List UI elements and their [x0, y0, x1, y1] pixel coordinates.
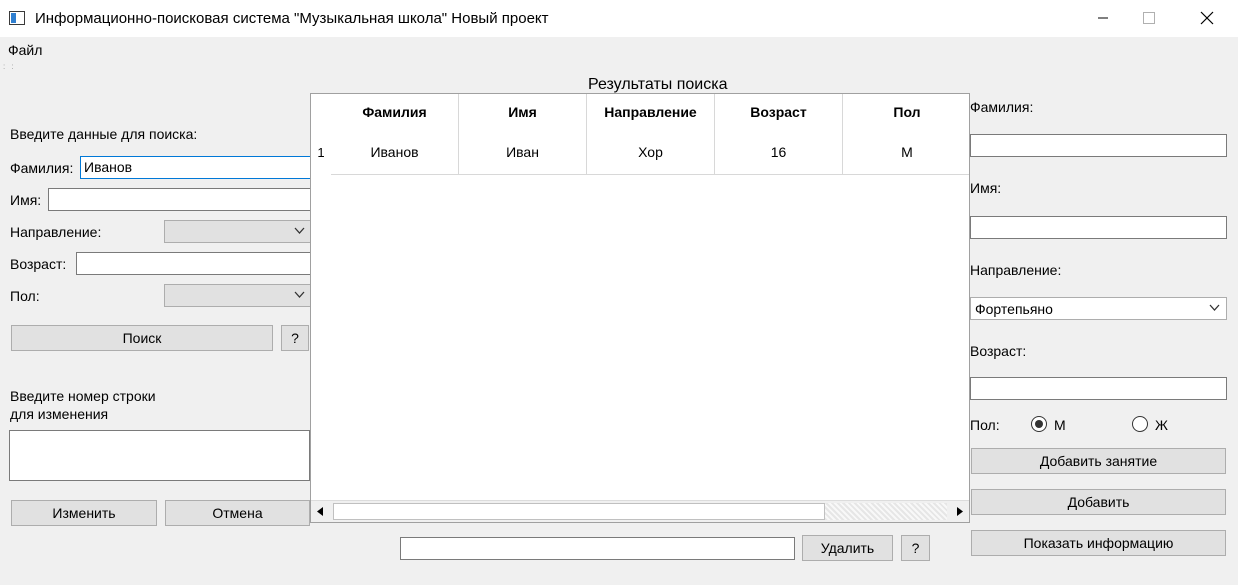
- add-surname-input[interactable]: [970, 134, 1227, 157]
- row-header[interactable]: 1: [311, 130, 331, 175]
- window-title: Информационно-поисковая система "Музыкал…: [35, 10, 549, 27]
- search-direction-select[interactable]: [164, 220, 312, 243]
- scroll-right-icon[interactable]: [957, 507, 963, 516]
- search-direction-label: Направление:: [10, 224, 102, 240]
- app-window-icon: [9, 11, 25, 25]
- search-name-input[interactable]: [48, 188, 312, 211]
- table-cell-name[interactable]: Иван: [459, 130, 587, 175]
- edit-prompt-line1: Введите номер строки: [10, 388, 156, 404]
- gender-f-label[interactable]: Ж: [1155, 417, 1168, 433]
- search-surname-label: Фамилия:: [10, 160, 74, 176]
- close-icon: [1200, 11, 1214, 25]
- horizontal-scrollbar[interactable]: [311, 500, 969, 522]
- search-age-label: Возраст:: [10, 256, 67, 272]
- results-table[interactable]: Фамилия Имя Направление Возраст Пол 1 Ив…: [310, 93, 970, 523]
- maximize-icon: [1143, 12, 1155, 24]
- search-age-input[interactable]: [76, 252, 312, 275]
- add-button[interactable]: Добавить: [971, 489, 1226, 515]
- results-title: Результаты поиска: [588, 76, 728, 93]
- add-direction-value: Фортепьяно: [975, 301, 1053, 317]
- scrollbar-track[interactable]: [825, 503, 947, 520]
- add-age-input[interactable]: [970, 377, 1227, 400]
- add-direction-label: Направление:: [970, 262, 1062, 278]
- menu-bar: [0, 37, 1238, 61]
- scroll-left-icon[interactable]: [317, 507, 323, 516]
- chevron-down-icon: [294, 291, 305, 298]
- search-name-label: Имя:: [10, 192, 42, 208]
- scrollbar-thumb[interactable]: [333, 503, 825, 520]
- toolbar-grip[interactable]: : :: [3, 62, 16, 71]
- search-header: Введите данные для поиска:: [10, 126, 198, 142]
- add-name-label: Имя:: [970, 180, 1002, 196]
- minimize-icon: [1098, 17, 1108, 19]
- column-header-gender[interactable]: Пол: [843, 94, 969, 130]
- column-header-direction[interactable]: Направление: [587, 94, 715, 130]
- chevron-down-icon: [1209, 304, 1220, 311]
- delete-button[interactable]: Удалить: [802, 535, 893, 561]
- add-age-label: Возраст:: [970, 343, 1027, 359]
- maximize-button[interactable]: [1126, 0, 1172, 36]
- add-gender-label: Пол:: [970, 417, 1000, 433]
- search-gender-select[interactable]: [164, 284, 312, 307]
- change-button[interactable]: Изменить: [11, 500, 157, 526]
- delete-row-input[interactable]: [400, 537, 795, 560]
- table-cell-gender[interactable]: М: [843, 130, 969, 175]
- table-cell-surname[interactable]: Иванов: [331, 130, 459, 175]
- cancel-button[interactable]: Отмена: [165, 500, 310, 526]
- show-info-button[interactable]: Показать информацию: [971, 530, 1226, 556]
- column-header-name[interactable]: Имя: [459, 94, 587, 130]
- search-gender-label: Пол:: [10, 288, 40, 304]
- gender-radio-m[interactable]: [1031, 416, 1047, 432]
- close-button[interactable]: [1184, 0, 1230, 36]
- column-header-surname[interactable]: Фамилия: [331, 94, 459, 130]
- search-surname-input[interactable]: Иванов: [80, 156, 312, 179]
- table-cell-direction[interactable]: Хор: [587, 130, 715, 175]
- search-help-button[interactable]: ?: [281, 325, 309, 351]
- edit-row-number-input[interactable]: [9, 430, 310, 481]
- add-name-input[interactable]: [970, 216, 1227, 239]
- menu-file[interactable]: Файл: [8, 42, 42, 58]
- add-surname-label: Фамилия:: [970, 99, 1034, 115]
- search-button[interactable]: Поиск: [11, 325, 273, 351]
- gender-m-label[interactable]: М: [1054, 417, 1066, 433]
- table-cell-age[interactable]: 16: [715, 130, 843, 175]
- add-direction-select[interactable]: Фортепьяно: [970, 297, 1227, 320]
- edit-prompt-line2: для изменения: [10, 406, 109, 422]
- add-lesson-button[interactable]: Добавить занятие: [971, 448, 1226, 474]
- gender-radio-f[interactable]: [1132, 416, 1148, 432]
- column-header-age[interactable]: Возраст: [715, 94, 843, 130]
- delete-help-button[interactable]: ?: [901, 535, 930, 561]
- chevron-down-icon: [294, 227, 305, 234]
- minimize-button[interactable]: [1080, 0, 1126, 36]
